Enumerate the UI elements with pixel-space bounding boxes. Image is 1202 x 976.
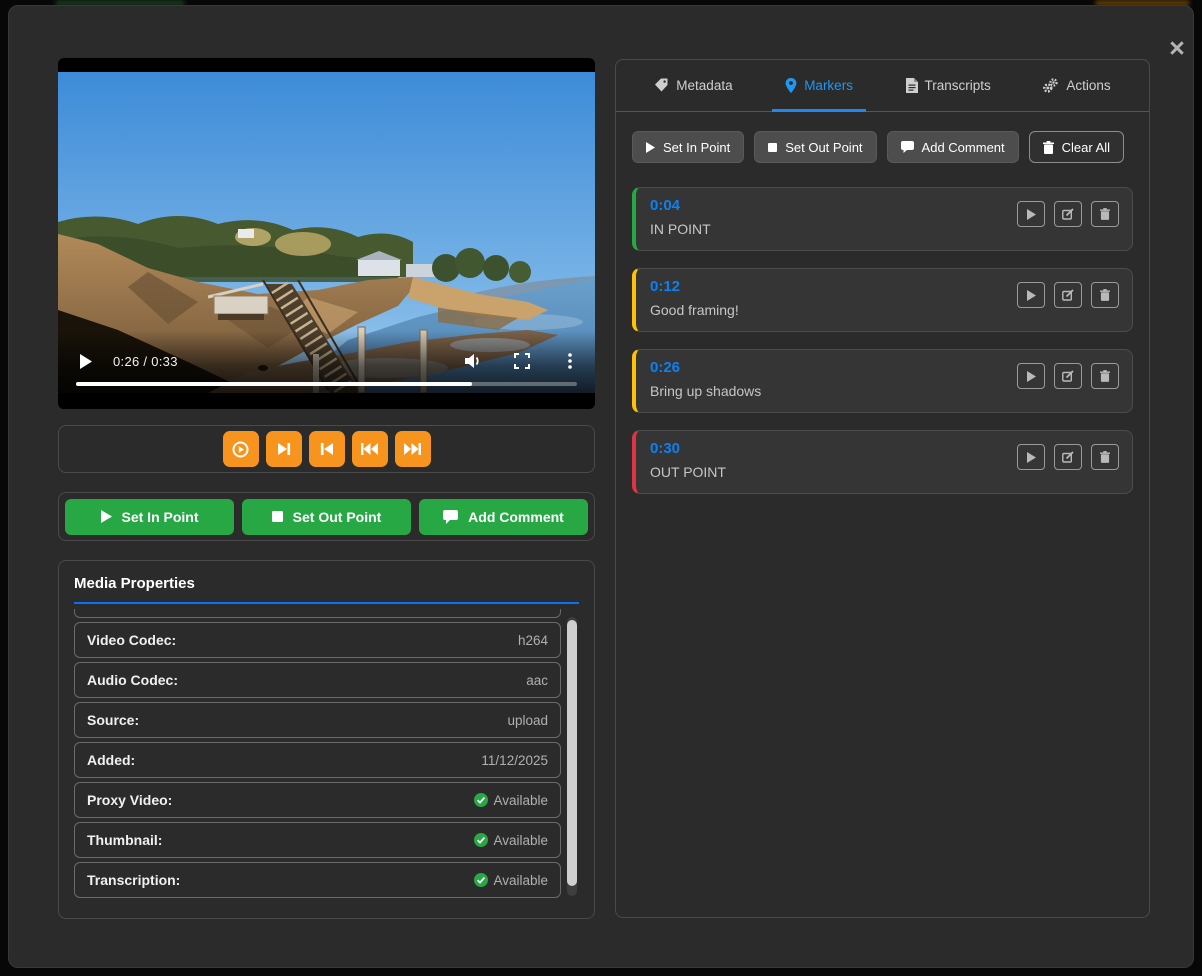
check-circle-icon bbox=[474, 873, 488, 887]
video-player[interactable]: 0:26 / 0:33 bbox=[58, 58, 595, 409]
step-back-button[interactable] bbox=[309, 431, 345, 467]
properties-list[interactable]: Duration: 0:33 Video Codec: h264 Audio C… bbox=[74, 609, 579, 904]
property-row-video-codec: Video Codec: h264 bbox=[74, 622, 561, 658]
add-comment-button[interactable]: Add Comment bbox=[419, 499, 588, 535]
marker-play-button[interactable] bbox=[1017, 201, 1045, 227]
close-button[interactable]: × bbox=[1161, 32, 1193, 64]
property-row-thumbnail: Thumbnail: Available bbox=[74, 822, 561, 858]
property-row-audio-codec: Audio Codec: aac bbox=[74, 662, 561, 698]
progress-fill bbox=[76, 382, 472, 386]
media-properties-card: Media Properties Duration: 0:33 Video Co… bbox=[58, 560, 595, 919]
tab-bar: Metadata Markers Transcripts Actions bbox=[616, 60, 1149, 112]
media-review-modal: × bbox=[8, 5, 1194, 968]
play-icon bbox=[101, 510, 112, 523]
property-row-duration: Duration: 0:33 bbox=[74, 609, 561, 618]
marker-add-comment-button[interactable]: Add Comment bbox=[887, 131, 1019, 163]
marker-edit-button[interactable] bbox=[1054, 363, 1082, 389]
marker-card[interactable]: 0:04 IN POINT bbox=[632, 187, 1133, 251]
tab-metadata[interactable]: Metadata bbox=[641, 60, 745, 111]
tab-transcripts[interactable]: Transcripts bbox=[893, 60, 1004, 111]
fullscreen-icon[interactable] bbox=[511, 350, 533, 372]
marker-edit-button[interactable] bbox=[1054, 201, 1082, 227]
properties-scrollbar[interactable] bbox=[567, 617, 577, 896]
marker-edit-button[interactable] bbox=[1054, 282, 1082, 308]
step-forward-button[interactable] bbox=[266, 431, 302, 467]
property-row-added: Added: 11/12/2025 bbox=[74, 742, 561, 778]
quick-actions-bar: Set In Point Set Out Point Add Comment bbox=[58, 492, 595, 541]
time-display: 0:26 / 0:33 bbox=[113, 354, 178, 369]
fast-forward-to-end-button[interactable] bbox=[395, 431, 431, 467]
property-row-source: Source: upload bbox=[74, 702, 561, 738]
map-pin-icon bbox=[785, 78, 797, 93]
marker-toolbar: Set In Point Set Out Point Add Comment C… bbox=[632, 131, 1133, 163]
markers-panel: Metadata Markers Transcripts Actions bbox=[615, 59, 1150, 918]
marker-set-out-point-button[interactable]: Set Out Point bbox=[754, 131, 876, 163]
marker-delete-button[interactable] bbox=[1091, 282, 1119, 308]
tag-icon bbox=[654, 78, 669, 93]
page: × bbox=[0, 0, 1202, 976]
gears-icon bbox=[1043, 78, 1059, 93]
marker-delete-button[interactable] bbox=[1091, 363, 1119, 389]
marker-play-button[interactable] bbox=[1017, 444, 1045, 470]
volume-icon[interactable] bbox=[463, 350, 485, 372]
rewind-to-start-button[interactable] bbox=[352, 431, 388, 467]
progress-bar[interactable] bbox=[76, 382, 577, 386]
play-icon[interactable] bbox=[74, 350, 96, 372]
comment-icon bbox=[901, 141, 914, 153]
property-row-transcription: Transcription: Available bbox=[74, 862, 561, 898]
marker-card[interactable]: 0:26 Bring up shadows bbox=[632, 349, 1133, 413]
comment-icon bbox=[443, 510, 458, 524]
check-circle-icon bbox=[474, 833, 488, 847]
marker-list: 0:04 IN POINT 0:12 Good framing! bbox=[632, 187, 1133, 494]
tab-actions[interactable]: Actions bbox=[1030, 60, 1123, 111]
marker-card[interactable]: 0:30 OUT POINT bbox=[632, 430, 1133, 494]
marker-delete-button[interactable] bbox=[1091, 444, 1119, 470]
clear-all-button[interactable]: Clear All bbox=[1029, 131, 1124, 163]
play-circle-button[interactable] bbox=[223, 431, 259, 467]
property-row-proxy-video: Proxy Video: Available bbox=[74, 782, 561, 818]
set-out-point-button[interactable]: Set Out Point bbox=[242, 499, 411, 535]
title-underline bbox=[74, 602, 579, 604]
document-icon bbox=[906, 78, 918, 93]
marker-play-button[interactable] bbox=[1017, 282, 1045, 308]
marker-play-button[interactable] bbox=[1017, 363, 1045, 389]
media-properties-title: Media Properties bbox=[74, 575, 579, 592]
overflow-menu-icon[interactable] bbox=[559, 350, 581, 372]
marker-set-in-point-button[interactable]: Set In Point bbox=[632, 131, 744, 163]
marker-edit-button[interactable] bbox=[1054, 444, 1082, 470]
marker-card[interactable]: 0:12 Good framing! bbox=[632, 268, 1133, 332]
trash-icon bbox=[1043, 141, 1054, 154]
tab-markers[interactable]: Markers bbox=[772, 60, 866, 111]
set-in-point-button[interactable]: Set In Point bbox=[65, 499, 234, 535]
play-icon bbox=[646, 142, 655, 153]
stop-icon bbox=[272, 511, 283, 522]
transport-bar bbox=[58, 425, 595, 473]
stop-icon bbox=[768, 143, 777, 152]
scrollbar-thumb[interactable] bbox=[567, 620, 577, 886]
check-circle-icon bbox=[474, 793, 488, 807]
marker-delete-button[interactable] bbox=[1091, 201, 1119, 227]
